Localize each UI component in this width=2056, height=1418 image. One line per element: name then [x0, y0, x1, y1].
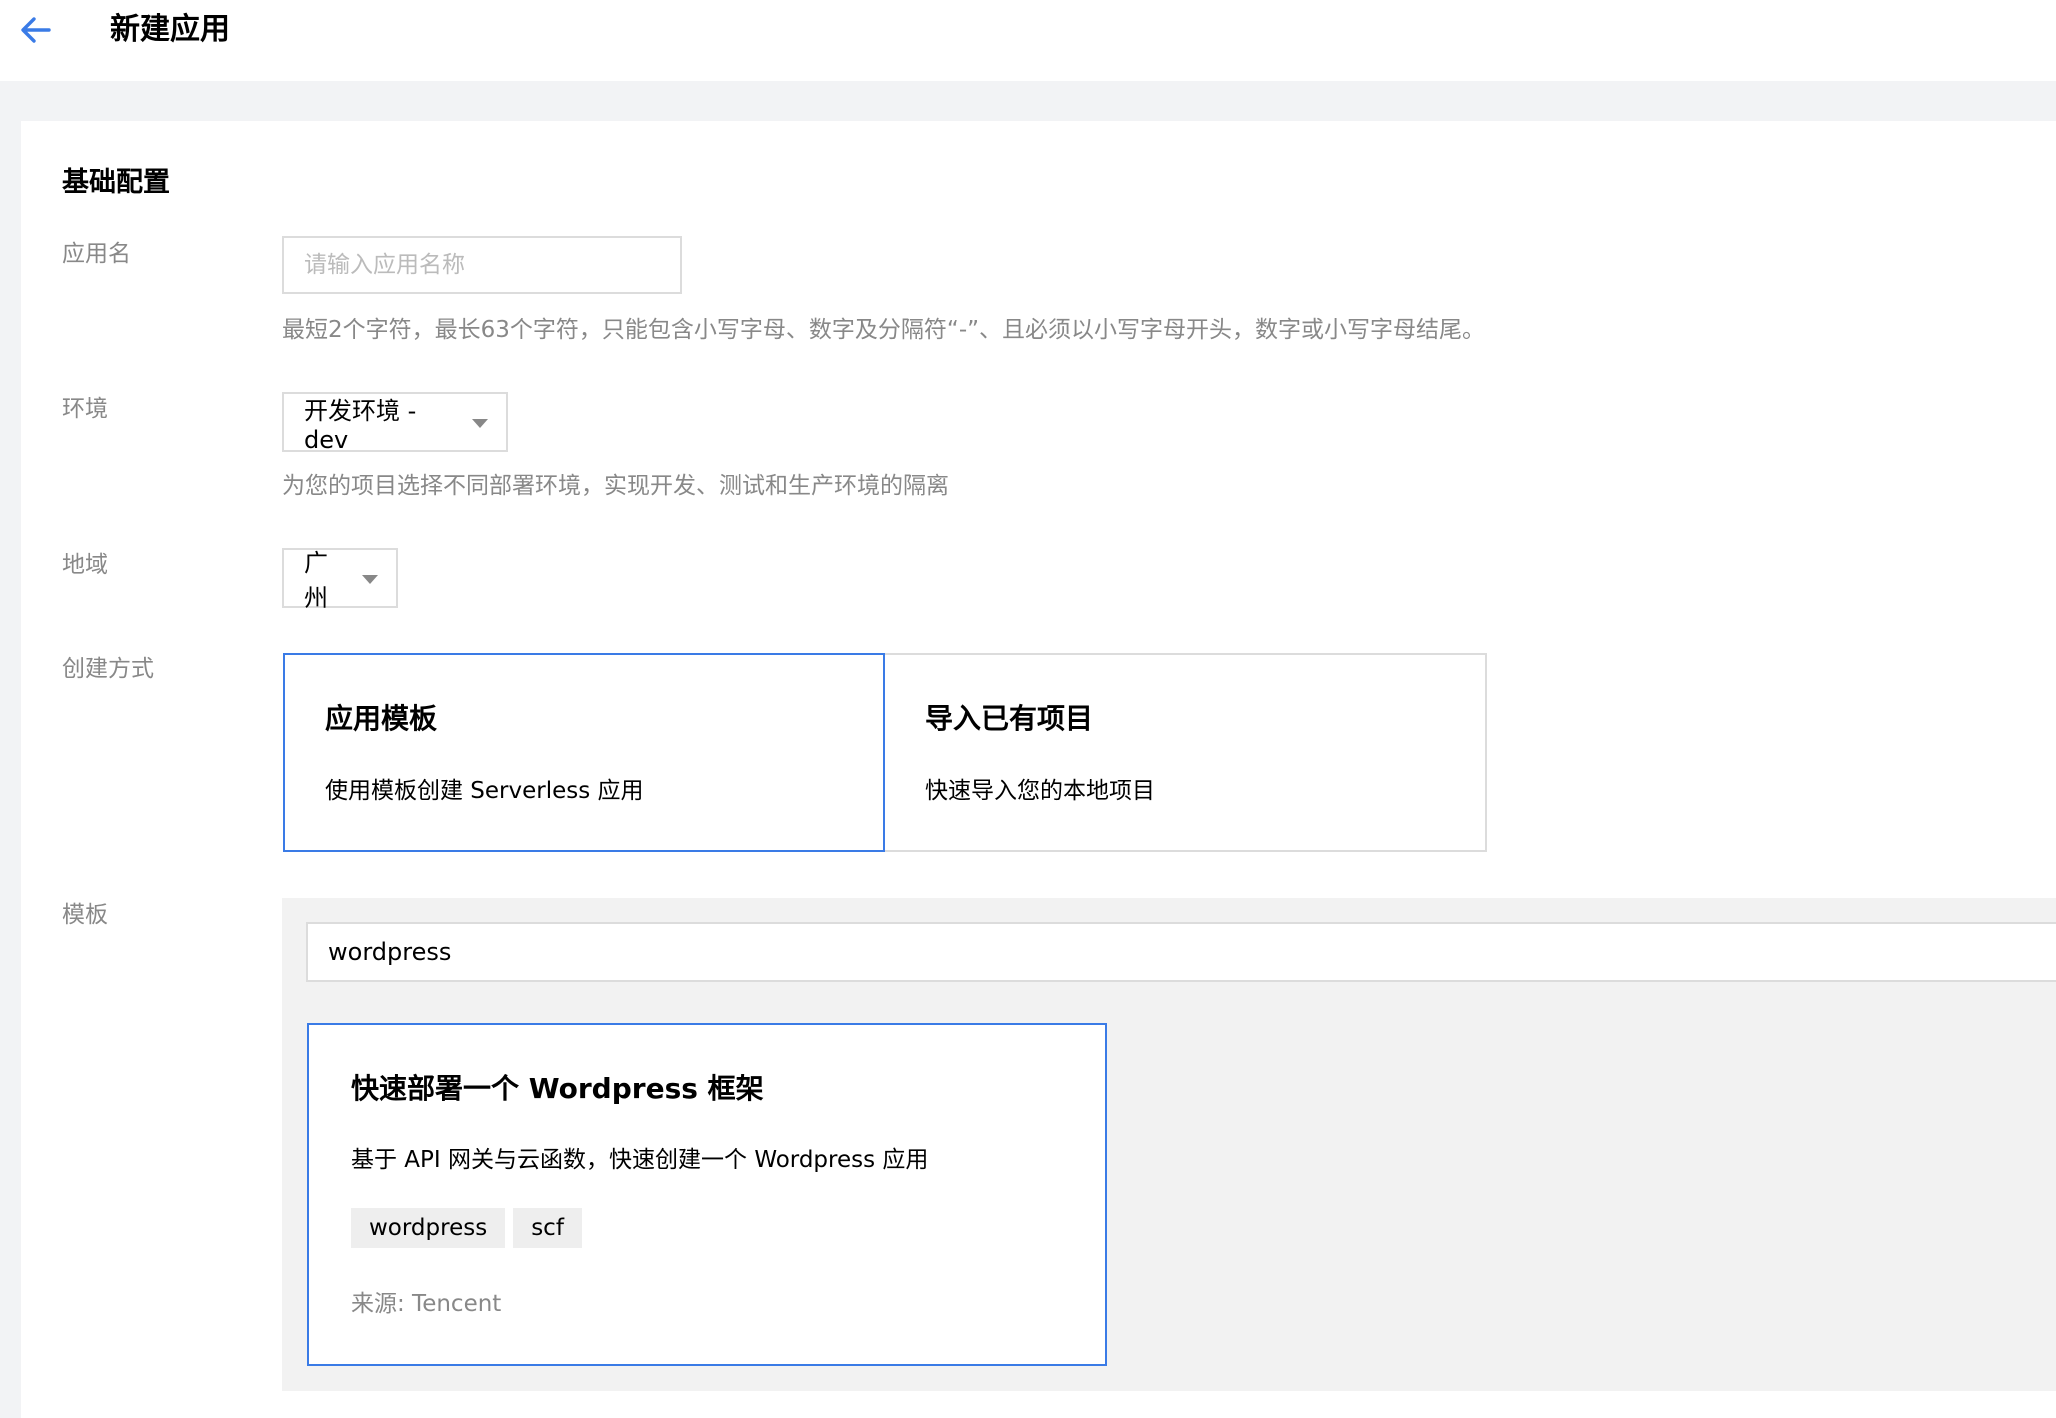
- method-card-import[interactable]: 导入已有项目 快速导入您的本地项目: [883, 653, 1487, 852]
- template-card[interactable]: 快速部署一个 Wordpress 框架 基于 API 网关与云函数，快速创建一个…: [307, 1023, 1107, 1366]
- env-label: 环境: [62, 392, 108, 426]
- template-card-desc: 基于 API 网关与云函数，快速创建一个 Wordpress 应用: [351, 1143, 928, 1177]
- template-label: 模板: [62, 898, 108, 932]
- top-bar: 新建应用: [0, 0, 2056, 81]
- template-card-source: 来源: Tencent: [351, 1287, 501, 1321]
- section-title: 基础配置: [62, 163, 170, 203]
- app-name-input[interactable]: [282, 236, 682, 294]
- back-button[interactable]: [14, 10, 58, 54]
- template-card-title: 快速部署一个 Wordpress 框架: [351, 1069, 764, 1109]
- method-card-title: 导入已有项目: [925, 699, 1093, 739]
- method-card-template[interactable]: 应用模板 使用模板创建 Serverless 应用: [283, 653, 885, 852]
- caret-down-icon: [472, 419, 488, 428]
- app-name-label: 应用名: [62, 237, 131, 271]
- env-hint: 为您的项目选择不同部署环境，实现开发、测试和生产环境的隔离: [282, 469, 949, 503]
- template-card-tags: wordpress scf: [351, 1208, 582, 1248]
- arrow-left-icon: [19, 15, 53, 49]
- tag: scf: [513, 1208, 582, 1248]
- caret-down-icon: [362, 575, 378, 584]
- env-select-value: 开发环境 - dev: [304, 391, 458, 454]
- template-search-input[interactable]: [306, 922, 2056, 982]
- tag: wordpress: [351, 1208, 505, 1248]
- method-label: 创建方式: [62, 652, 154, 686]
- method-card-title: 应用模板: [325, 699, 437, 739]
- region-select-value: 广州: [304, 543, 348, 613]
- env-select[interactable]: 开发环境 - dev: [282, 392, 508, 452]
- region-label: 地域: [62, 548, 108, 582]
- page-title: 新建应用: [110, 8, 230, 52]
- region-select[interactable]: 广州: [282, 548, 398, 608]
- app-name-hint: 最短2个字符，最长63个字符，只能包含小写字母、数字及分隔符“-”、且必须以小写…: [282, 313, 1485, 347]
- method-card-desc: 使用模板创建 Serverless 应用: [325, 774, 644, 808]
- method-card-desc: 快速导入您的本地项目: [925, 774, 1155, 808]
